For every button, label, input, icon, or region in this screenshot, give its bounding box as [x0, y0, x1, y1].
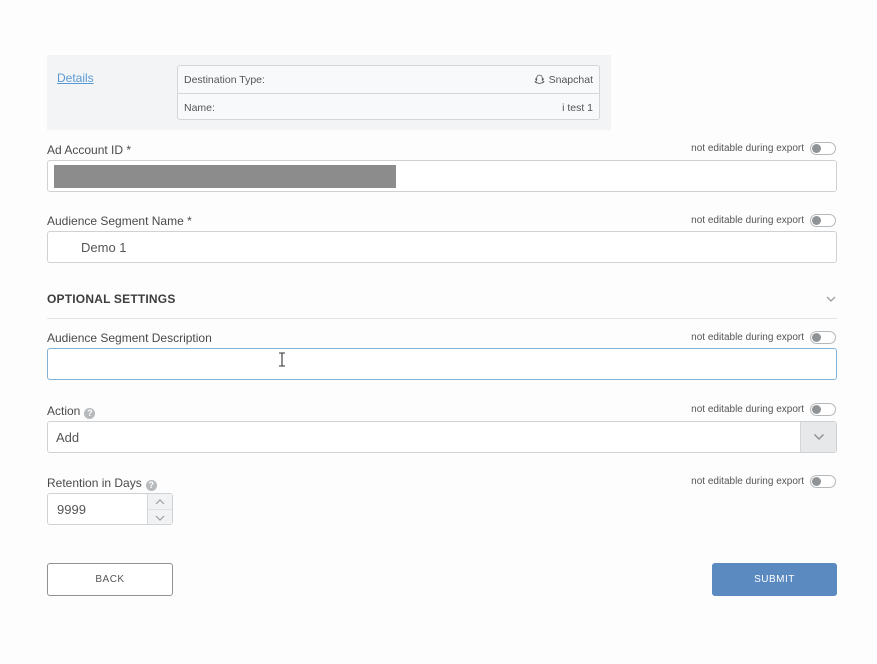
retention-label: Retention in Days: [47, 476, 142, 490]
lock-label: not editable during export: [691, 476, 804, 487]
retention-value[interactable]: 9999: [57, 502, 86, 517]
section-divider: [47, 318, 837, 319]
name-row: Name: i test 1: [178, 93, 599, 121]
name-label: Name:: [184, 101, 215, 114]
help-icon[interactable]: ?: [145, 480, 157, 491]
details-table: Destination Type: Snapchat Name: i test …: [177, 65, 600, 120]
action-lock: not editable during export: [691, 403, 836, 416]
retention-lock-toggle[interactable]: [810, 475, 836, 488]
retention-label-wrap: Retention in Days?: [47, 476, 157, 491]
ad-account-lock: not editable during export: [691, 142, 836, 155]
destination-type-label: Destination Type:: [184, 73, 265, 86]
destination-type-value: Snapchat: [548, 73, 593, 86]
details-panel: Details Destination Type: Snapchat Name:…: [47, 55, 611, 130]
action-lock-toggle[interactable]: [810, 403, 836, 416]
destination-type-row: Destination Type: Snapchat: [178, 66, 599, 93]
segment-description-lock-toggle[interactable]: [810, 331, 836, 344]
ad-account-label: Ad Account ID *: [47, 143, 132, 157]
details-link[interactable]: Details: [57, 71, 94, 85]
text-cursor-icon: [279, 352, 285, 367]
submit-button[interactable]: SUBMIT: [712, 563, 837, 596]
help-icon[interactable]: ?: [84, 408, 96, 419]
retention-lock: not editable during export: [691, 475, 836, 488]
back-button[interactable]: BACK: [47, 563, 173, 596]
optional-settings-title[interactable]: OPTIONAL SETTINGS: [47, 292, 176, 306]
snapchat-ghost-icon: [533, 74, 545, 85]
stepper-buttons: [147, 494, 172, 524]
chevron-down-icon[interactable]: [824, 293, 838, 305]
ad-account-input[interactable]: [47, 160, 837, 192]
increment-button[interactable]: [148, 494, 172, 509]
lock-label: not editable during export: [691, 332, 804, 343]
lock-label: not editable during export: [691, 143, 804, 154]
segment-description-input[interactable]: [47, 348, 837, 380]
chevron-up-icon: [155, 498, 165, 504]
action-label-wrap: Action?: [47, 404, 96, 419]
segment-name-input[interactable]: Demo 1: [47, 231, 837, 263]
decrement-button[interactable]: [148, 509, 172, 525]
segment-description-label: Audience Segment Description: [47, 331, 212, 345]
name-value: i test 1: [562, 101, 593, 114]
chevron-down-icon: [155, 515, 165, 521]
destination-type-value-wrap: Snapchat: [533, 73, 593, 86]
lock-label: not editable during export: [691, 215, 804, 226]
ad-account-lock-toggle[interactable]: [810, 142, 836, 155]
segment-name-value: Demo 1: [81, 240, 127, 255]
action-selected-value: Add: [56, 430, 80, 445]
action-label: Action: [47, 404, 81, 418]
redacted-value: [54, 165, 396, 188]
action-select[interactable]: Add: [47, 421, 837, 453]
segment-name-lock: not editable during export: [691, 214, 836, 227]
lock-label: not editable during export: [691, 404, 804, 415]
segment-description-lock: not editable during export: [691, 331, 836, 344]
retention-stepper[interactable]: 9999: [47, 493, 173, 525]
chevron-down-icon: [813, 434, 824, 440]
action-select-arrow[interactable]: [800, 422, 836, 452]
segment-name-lock-toggle[interactable]: [810, 214, 836, 227]
segment-name-label: Audience Segment Name *: [47, 214, 192, 228]
